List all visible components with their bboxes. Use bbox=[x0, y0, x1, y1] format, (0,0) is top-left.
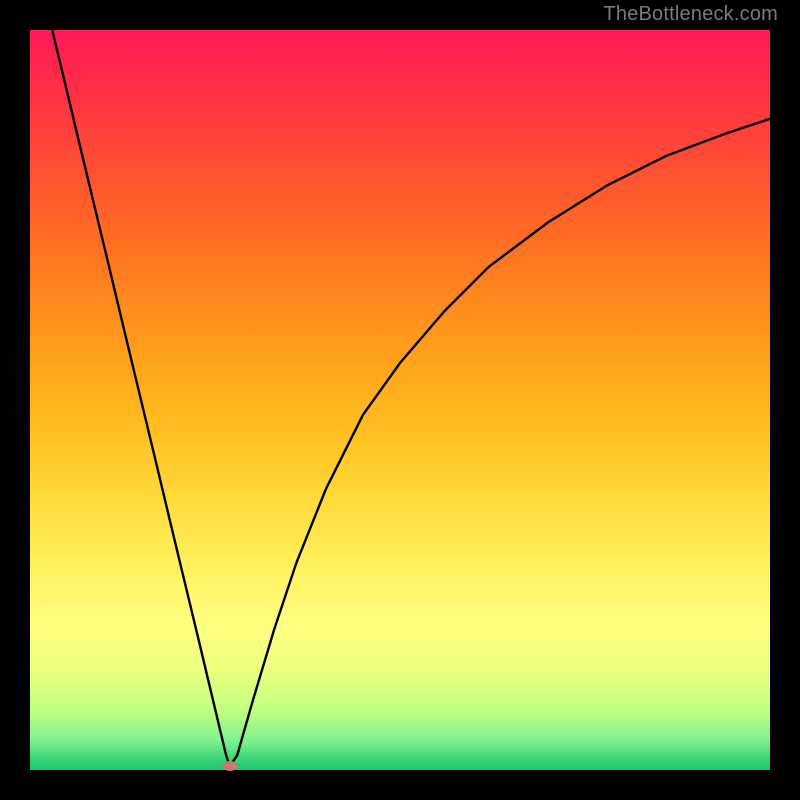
minimum-marker bbox=[222, 761, 237, 771]
watermark-text: TheBottleneck.com bbox=[603, 3, 778, 26]
curve-left bbox=[52, 30, 230, 766]
plot-area bbox=[30, 30, 770, 770]
chart-frame: TheBottleneck.com bbox=[0, 0, 800, 800]
curve-right bbox=[230, 119, 770, 767]
curve-svg bbox=[30, 30, 770, 770]
